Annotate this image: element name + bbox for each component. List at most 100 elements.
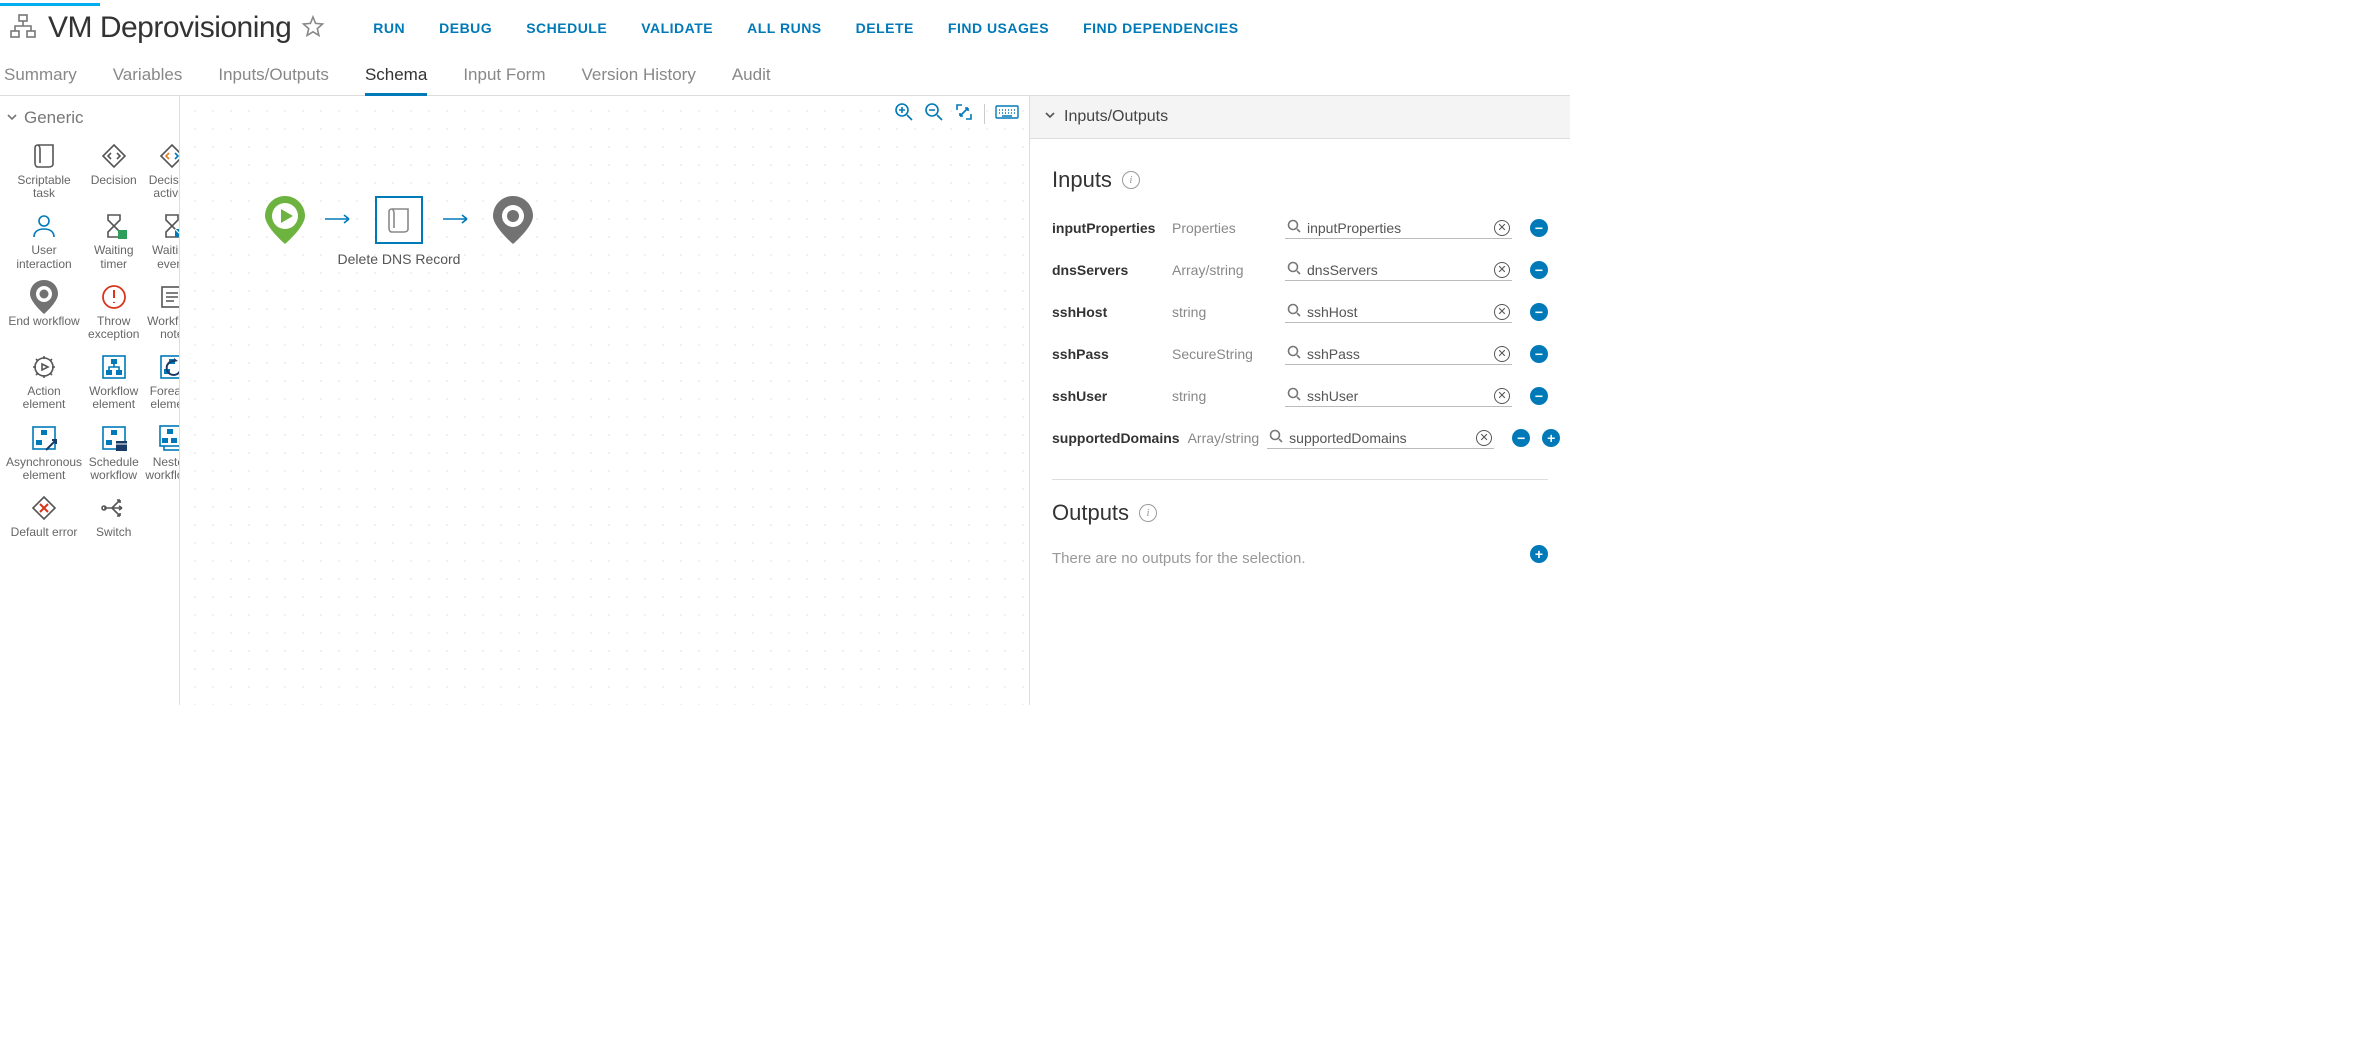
palette-item-async-element[interactable]: Asynchronous element [4,420,84,484]
palette-item-label: Nested workflows [145,456,180,482]
palette-item-nested-workflows[interactable]: Nested workflows [143,420,180,484]
outputs-section-title: Outputs [1052,500,1129,526]
tab-variables[interactable]: Variables [113,65,183,95]
input-row: sshHoststring✕− [1052,291,1548,333]
workflow-canvas[interactable]: Delete DNS Record [265,196,533,244]
palette-item-switch[interactable]: Switch [86,490,141,541]
clear-icon[interactable]: ✕ [1494,220,1510,236]
palette-item-label: Foreach element [145,385,180,411]
palette-item-user[interactable]: User interaction [4,208,84,272]
clear-icon[interactable]: ✕ [1494,304,1510,320]
palette-item-waiting-event[interactable]: Waiting event [143,208,180,272]
clear-icon[interactable]: ✕ [1494,262,1510,278]
remove-input-button[interactable]: − [1512,429,1530,447]
workflow-element-icon [98,351,130,383]
add-output-button[interactable]: + [1530,545,1548,563]
input-name: sshPass [1052,346,1164,362]
clear-icon[interactable]: ✕ [1494,346,1510,362]
input-value-input[interactable] [1307,388,1488,404]
action-all-runs[interactable]: ALL RUNS [747,20,822,36]
keyboard-icon[interactable] [995,102,1019,125]
input-value-input[interactable] [1307,262,1488,278]
fit-screen-icon[interactable] [954,102,974,125]
tab-inputs-outputs[interactable]: Inputs/Outputs [218,65,329,95]
add-input-button[interactable]: + [1542,429,1560,447]
palette-item-label: User interaction [6,244,82,270]
palette-item-schedule-workflow[interactable]: Schedule workflow [86,420,141,484]
palette-item-label: Waiting event [145,244,180,270]
action-delete[interactable]: DELETE [856,20,914,36]
input-value-field[interactable]: ✕ [1285,343,1512,365]
arrow-icon [325,212,355,228]
exception-icon [98,281,130,313]
palette-item-script[interactable]: Scriptable task [4,138,84,202]
input-name: inputProperties [1052,220,1164,236]
remove-input-button[interactable]: − [1530,345,1548,363]
panel-header-toggle[interactable]: Inputs/Outputs [1030,96,1570,139]
action-run[interactable]: RUN [373,20,405,36]
clear-icon[interactable]: ✕ [1476,430,1492,446]
palette-item-label: Waiting timer [88,244,139,270]
remove-input-button[interactable]: − [1530,303,1548,321]
palette-item-workflow-element[interactable]: Workflow element [86,349,141,413]
palette-section-label: Generic [24,108,84,128]
input-value-field[interactable]: ✕ [1267,427,1494,449]
palette-item-decision-activity[interactable]: Decision activity [143,138,180,202]
favorite-star-icon[interactable] [301,15,325,42]
tab-schema[interactable]: Schema [365,65,427,95]
default-error-icon [28,492,60,524]
input-type: SecureString [1172,346,1277,362]
palette-item-exception[interactable]: Throw exception [86,279,141,343]
input-value-field[interactable]: ✕ [1285,217,1512,239]
palette-item-decision[interactable]: Decision [86,138,141,202]
action-validate[interactable]: VALIDATE [641,20,713,36]
input-value-input[interactable] [1307,220,1488,236]
input-row: dnsServersArray/string✕− [1052,249,1548,291]
script-task-node[interactable]: Delete DNS Record [375,196,423,244]
end-node[interactable] [493,196,533,244]
input-value-input[interactable] [1307,304,1488,320]
action-schedule[interactable]: SCHEDULE [526,20,607,36]
tab-summary[interactable]: Summary [4,65,77,95]
palette-item-waiting-timer[interactable]: Waiting timer [86,208,141,272]
palette-item-note[interactable]: Workflow note [143,279,180,343]
input-type: Array/string [1188,430,1260,446]
tab-audit[interactable]: Audit [732,65,771,95]
palette-item-end-workflow[interactable]: End workflow [4,279,84,343]
palette-item-action-element[interactable]: Action element [4,349,84,413]
input-value-field[interactable]: ✕ [1285,301,1512,323]
input-type: Array/string [1172,262,1277,278]
action-find-usages[interactable]: FIND USAGES [948,20,1049,36]
search-icon [1287,387,1301,404]
start-node[interactable] [265,196,305,244]
node-label: Delete DNS Record [338,251,461,267]
palette-item-label: Asynchronous element [6,456,82,482]
script-icon [28,140,60,172]
page-title: VM Deprovisioning [48,11,291,45]
input-value-field[interactable]: ✕ [1285,385,1512,407]
clear-icon[interactable]: ✕ [1494,388,1510,404]
decision-icon [98,140,130,172]
input-row: sshPass SecureString ✕ − [1052,333,1548,375]
tab-version-history[interactable]: Version History [582,65,696,95]
input-value-input[interactable] [1307,346,1488,362]
palette-item-label: Workflow note [145,315,180,341]
input-value-input[interactable] [1289,430,1470,446]
palette-item-foreach-element[interactable]: Foreach element [143,349,180,413]
palette-item-label: Action element [6,385,82,411]
remove-input-button[interactable]: − [1530,219,1548,237]
zoom-in-icon[interactable] [894,102,914,125]
palette-item-label: Workflow element [88,385,139,411]
zoom-out-icon[interactable] [924,102,944,125]
action-find-dependencies[interactable]: FIND DEPENDENCIES [1083,20,1239,36]
input-value-field[interactable]: ✕ [1285,259,1512,281]
palette-section-toggle[interactable]: Generic [4,104,175,138]
tab-input-form[interactable]: Input Form [463,65,545,95]
remove-input-button[interactable]: − [1530,261,1548,279]
palette-item-default-error[interactable]: Default error [4,490,84,541]
info-icon[interactable]: i [1139,504,1157,522]
info-icon[interactable]: i [1122,171,1140,189]
action-debug[interactable]: DEBUG [439,20,492,36]
palette-item-label: Decision [91,174,137,187]
remove-input-button[interactable]: − [1530,387,1548,405]
